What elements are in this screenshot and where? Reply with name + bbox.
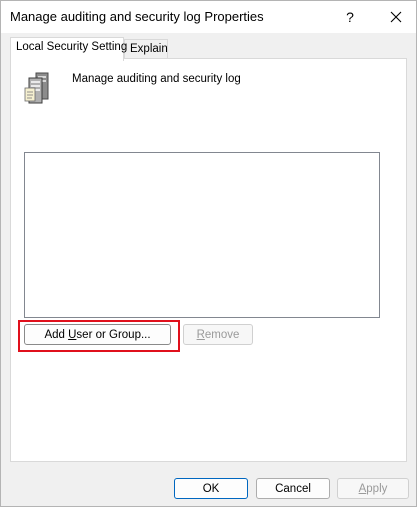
server-policy-icon [23, 71, 55, 105]
tab-explain[interactable]: Explain [124, 39, 168, 60]
remove-button[interactable]: Remove [183, 324, 253, 345]
close-icon [390, 11, 402, 23]
help-icon: ? [346, 9, 354, 25]
tab-panel-local-security-setting: Manage auditing and security log Add Use… [10, 58, 407, 462]
apply-button-suffix: pply [366, 482, 388, 495]
apply-button[interactable]: Apply [337, 478, 409, 499]
cancel-button[interactable]: Cancel [256, 478, 330, 499]
tab-local-security-setting[interactable]: Local Security Setting [10, 37, 127, 61]
tab-strip: Local Security Setting Explain [1, 33, 416, 61]
cancel-button-label: Cancel [275, 482, 311, 495]
apply-button-mnemonic: A [358, 482, 367, 495]
remove-button-mnemonic: R [196, 328, 205, 341]
window-title: Manage auditing and security log Propert… [10, 9, 264, 24]
ok-button-label: OK [202, 482, 220, 495]
assigned-users-list[interactable] [24, 152, 380, 318]
title-bar[interactable]: Manage auditing and security log Propert… [1, 1, 416, 33]
add-user-or-group-button[interactable]: Add User or Group... [24, 324, 171, 345]
close-button[interactable] [377, 1, 415, 33]
policy-name: Manage auditing and security log [72, 73, 241, 85]
add-button-prefix: Add [44, 328, 69, 341]
properties-dialog: Manage auditing and security log Propert… [0, 0, 417, 507]
help-button[interactable]: ? [331, 1, 369, 33]
ok-button[interactable]: OK [174, 478, 248, 499]
add-button-suffix: ser or Group... [76, 328, 151, 341]
add-button-mnemonic: U [68, 328, 77, 341]
remove-button-suffix: emove [204, 328, 240, 341]
